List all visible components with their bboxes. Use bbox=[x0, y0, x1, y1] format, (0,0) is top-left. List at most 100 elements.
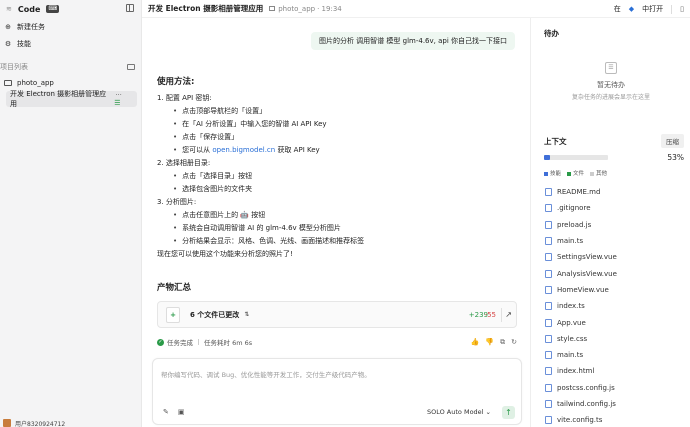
new-task-button[interactable]: ⊕ 新建任务 bbox=[0, 18, 141, 35]
file-icon bbox=[545, 383, 552, 392]
step-title: 1. 配置 API 密钥: bbox=[157, 94, 212, 102]
right-panel: 待办 ☰ 暂无待办 复杂任务的进展会显示在这里 上下文 压缩 53% 技能 文件… bbox=[530, 18, 690, 427]
open-in-label: 在 bbox=[613, 5, 621, 13]
model-selector[interactable]: SOLO Auto Model ⌄ bbox=[427, 408, 491, 416]
step-item: 系统会自动调用智谱 AI 的 glm-4.6v 模型分析图片 bbox=[157, 222, 517, 235]
thumbs-up-icon[interactable]: 👍 bbox=[471, 338, 480, 347]
context-file-item[interactable]: SettingsView.vue bbox=[545, 249, 685, 265]
thumbs-down-icon[interactable]: 👎 bbox=[485, 338, 494, 347]
file-icon bbox=[545, 351, 552, 360]
context-file-item[interactable]: App.vue bbox=[545, 314, 685, 330]
context-file-item[interactable]: README.md bbox=[545, 184, 685, 200]
file-name: postcss.config.js bbox=[557, 383, 615, 392]
deletions-count: -55 bbox=[484, 310, 496, 319]
add-folder-icon[interactable] bbox=[127, 64, 135, 70]
file-name: HomeView.vue bbox=[557, 285, 609, 294]
check-icon: ✓ bbox=[157, 338, 164, 346]
files-changed-label: 6 个文件已更改 bbox=[190, 310, 240, 319]
file-name: AnalysisView.vue bbox=[557, 269, 617, 278]
file-icon bbox=[545, 367, 552, 376]
context-file-item[interactable]: index.ts bbox=[545, 298, 685, 314]
file-icon bbox=[545, 400, 552, 408]
step-item: 点击「选择目录」按钮 bbox=[157, 170, 517, 183]
step-item: 点击任意图片上的 🤖 按钮 bbox=[157, 209, 517, 222]
task-item-active[interactable]: 开发 Electron 摄影相册管理应用 ··· ☰ bbox=[6, 90, 137, 108]
file-icon bbox=[545, 220, 552, 229]
image-icon[interactable]: ▣ bbox=[178, 408, 185, 416]
compress-button[interactable]: 压缩 bbox=[661, 134, 684, 148]
task-title-header: 开发 Electron 摄影相册管理应用 bbox=[148, 4, 264, 13]
more-icon[interactable]: ··· bbox=[115, 91, 122, 99]
context-file-item[interactable]: .gitignore bbox=[545, 200, 685, 216]
legend-files: 文件 bbox=[567, 169, 584, 177]
file-diff-icon: + bbox=[166, 306, 180, 323]
brand-label: Code bbox=[17, 4, 41, 14]
todo-empty-label: 暂无待办 bbox=[597, 81, 625, 89]
file-icon bbox=[545, 237, 552, 246]
checklist-icon: ☰ bbox=[605, 62, 617, 74]
todo-title: 待办 bbox=[544, 29, 559, 38]
context-file-list: README.md .gitignore preload.js main.ts Sett… bbox=[545, 184, 685, 427]
file-icon bbox=[545, 302, 552, 311]
chat-header: 开发 Electron 摄影相册管理应用 photo_app · 19:34 在… bbox=[142, 0, 690, 18]
context-file-item[interactable]: tailwind.config.js bbox=[545, 396, 685, 412]
header-time: · 19:34 bbox=[317, 4, 342, 13]
file-name: index.html bbox=[557, 367, 595, 376]
task-list-icon[interactable]: ☰ bbox=[114, 99, 120, 107]
composer[interactable]: 帮你编写代码、调试 Bug、优化性能等开发工作，交付生产级代码产物。 ✎ ▣ S… bbox=[152, 358, 522, 425]
project-indicator: photo_app · 19:34 bbox=[269, 5, 342, 13]
project-list-label: 项目列表 bbox=[0, 63, 28, 71]
divider bbox=[198, 339, 199, 345]
context-file-item[interactable]: preload.js bbox=[545, 217, 685, 233]
composer-input[interactable]: 帮你编写代码、调试 Bug、优化性能等开发工作，交付生产级代码产物。 bbox=[161, 369, 371, 379]
user-name: 用户8320924712 bbox=[15, 420, 66, 427]
skills-button[interactable]: ⚙ 技能 bbox=[0, 35, 141, 52]
file-icon bbox=[545, 318, 552, 327]
file-icon bbox=[545, 285, 552, 294]
open-external-icon[interactable]: ↗ bbox=[505, 310, 512, 319]
send-button[interactable]: ↑ bbox=[502, 406, 515, 419]
project-name: photo_app bbox=[17, 79, 54, 87]
monitor-icon bbox=[269, 6, 276, 11]
edit-icon[interactable]: ✎ bbox=[163, 408, 169, 416]
context-file-item[interactable]: index.html bbox=[545, 363, 685, 379]
step-item: 在「AI 分析设置」中输入您的智谱 AI API Key bbox=[157, 118, 517, 131]
step-item: 分析结果会显示：风格、色调、光线、画面描述和推荐标签 bbox=[157, 235, 517, 248]
context-file-item[interactable]: vite.config.ts bbox=[545, 412, 685, 427]
file-icon bbox=[545, 269, 552, 278]
composer-tools: ✎ ▣ bbox=[163, 408, 185, 416]
refresh-icon[interactable]: ↻ bbox=[511, 338, 517, 347]
vscode-icon[interactable]: ◆ bbox=[629, 5, 634, 13]
context-file-item[interactable]: HomeView.vue bbox=[545, 282, 685, 298]
sidebar: ≋ Code ⌨ ⊕ 新建任务 ⚙ 技能 项目列表 photo_app 开发 E… bbox=[0, 0, 142, 427]
context-file-item[interactable]: main.ts bbox=[545, 233, 685, 249]
divider bbox=[671, 4, 673, 14]
file-icon bbox=[545, 188, 552, 197]
context-file-item[interactable]: postcss.config.js bbox=[545, 380, 685, 396]
context-title: 上下文 bbox=[544, 137, 567, 146]
step-title: 2. 选择相册目录: bbox=[157, 159, 211, 167]
terminal-icon: ⌨ bbox=[46, 5, 60, 13]
skills-icon: ⚙ bbox=[4, 39, 12, 48]
files-changed-card[interactable]: + 6 个文件已更改 ⇅ +239 -55 ↗ bbox=[157, 301, 517, 328]
new-task-label: 新建任务 bbox=[17, 22, 45, 31]
context-file-item[interactable]: AnalysisView.vue bbox=[545, 265, 685, 281]
context-file-item[interactable]: style.css bbox=[545, 331, 685, 347]
open-button[interactable]: 中打开 bbox=[642, 4, 663, 14]
api-link[interactable]: open.bigmodel.cn bbox=[212, 146, 275, 154]
status-time: 任务耗时 6m 6s bbox=[204, 339, 253, 347]
chevron-updown-icon[interactable]: ⇅ bbox=[244, 311, 249, 318]
context-usage-fill bbox=[544, 155, 551, 160]
copy-icon[interactable]: ⧉ bbox=[500, 338, 505, 347]
file-name: index.ts bbox=[557, 302, 585, 311]
step-title: 3. 分析图片: bbox=[157, 198, 197, 206]
chat-area: 图片的分析 调用智谱 模型 glm-4.6v, api 你自己找一下接口 使用方… bbox=[142, 18, 530, 427]
user-profile[interactable]: 用户8320924712 bbox=[0, 419, 142, 427]
panel-toggle-icon[interactable]: ▯ bbox=[680, 5, 684, 13]
context-file-item[interactable]: main.ts bbox=[545, 347, 685, 363]
avatar bbox=[3, 419, 11, 427]
project-list-header: 项目列表 bbox=[0, 59, 141, 75]
assistant-message: 使用方法: 1. 配置 API 密钥: 点击顶部导航栏的「设置」 在「AI 分析… bbox=[157, 76, 517, 261]
sidebar-toggle-icon[interactable] bbox=[126, 4, 134, 12]
plus-circle-icon: ⊕ bbox=[5, 22, 11, 31]
